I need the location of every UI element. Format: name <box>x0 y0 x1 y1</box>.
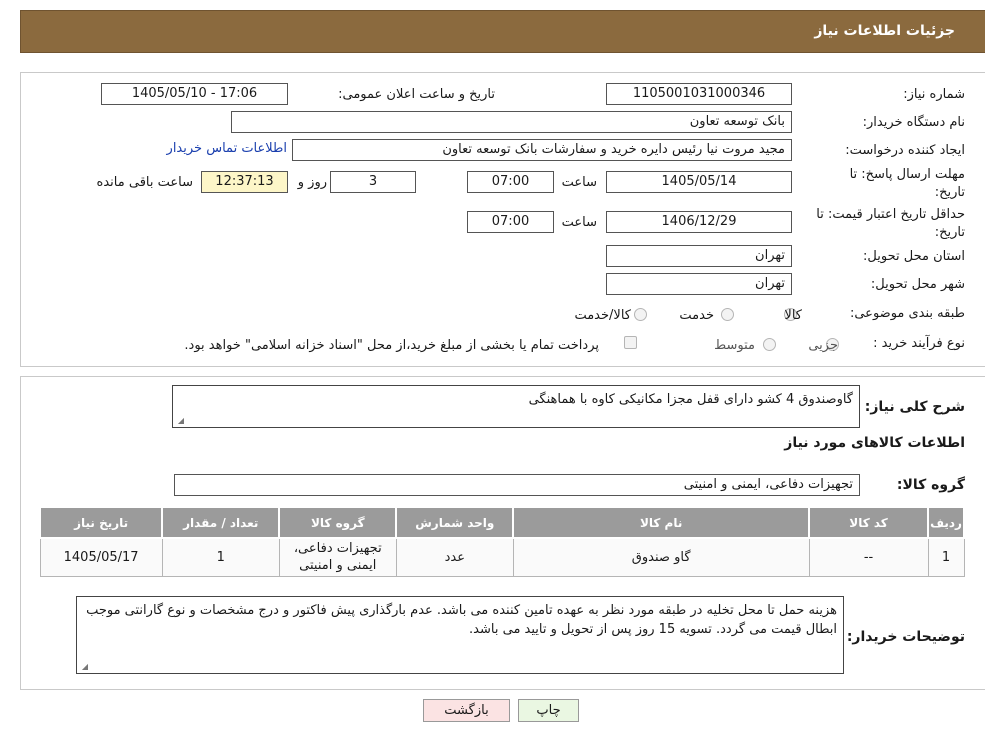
category-goods-label: کالا <box>784 308 802 323</box>
category-both-label: کالا/خدمت <box>574 308 631 323</box>
col-qty: تعداد / مقدار <box>161 506 281 539</box>
description-textarea: گاوصندوق 4 کشو دارای قفل مجزا مکانیکی کا… <box>172 385 860 428</box>
city-label: شهر محل تحویل: <box>870 277 965 292</box>
buyer-contact-link[interactable]: اطلاعات تماس خریدار <box>167 141 287 156</box>
cell-code: -- <box>808 537 929 577</box>
deadline-label-line1: مهلت ارسال پاسخ: تا <box>849 167 965 182</box>
buyer-org-field: بانک توسعه تعاون <box>231 111 792 133</box>
col-name: نام کالا <box>512 506 810 539</box>
price-valid-time-label: ساعت <box>561 215 597 230</box>
goods-panel: شرح کلی نیاز: گاوصندوق 4 کشو دارای قفل م… <box>20 376 985 690</box>
city-field: تهران <box>606 273 792 295</box>
table-row: 1 -- گاو صندوق عدد تجهیزات دفاعی، ایمنی … <box>39 537 965 577</box>
description-label: شرح کلی نیاز: <box>864 399 965 415</box>
creator-label: ایجاد کننده درخواست: <box>845 143 965 158</box>
description-text: گاوصندوق 4 کشو دارای قفل مجزا مکانیکی کا… <box>528 392 853 407</box>
treasury-payment-note: پرداخت تمام یا بخشی از مبلغ خرید،از محل … <box>184 338 599 353</box>
col-code: کد کالا <box>807 506 930 539</box>
process-medium-radio[interactable] <box>763 338 776 351</box>
category-label: طبقه بندی موضوعی: <box>849 306 965 321</box>
province-label: استان محل تحویل: <box>863 249 965 264</box>
price-valid-label-line2: تاریخ: <box>934 225 965 240</box>
col-row: ردیف <box>927 506 965 539</box>
days-field: 3 <box>330 171 416 193</box>
deadline-label-line2: تاریخ: <box>934 185 965 200</box>
cell-date: 1405/05/17 <box>39 537 163 577</box>
creator-field: مجید مروت نیا رئیس دایره خرید و سفارشات … <box>292 139 792 161</box>
price-valid-time-field: 07:00 <box>467 211 554 233</box>
category-both-radio[interactable] <box>634 308 647 321</box>
print-button[interactable]: چاپ <box>518 699 579 722</box>
col-date: تاریخ نیاز <box>38 506 164 539</box>
category-service-label: خدمت <box>679 308 714 323</box>
page-title: جزئیات اطلاعات نیاز <box>814 23 955 39</box>
goods-group-label: گروه کالا: <box>896 477 965 493</box>
days-label: روز و <box>297 175 327 190</box>
need-number-field: 1105001031000346 <box>606 83 792 105</box>
announce-label: تاریخ و ساعت اعلان عمومی: <box>338 87 495 102</box>
buyer-org-label: نام دستگاه خریدار: <box>862 115 965 130</box>
cell-qty: 1 <box>161 537 280 577</box>
goods-table: ردیف کد کالا نام کالا واحد شمارش گروه کا… <box>38 506 965 577</box>
process-label: نوع فرآیند خرید : <box>873 336 965 351</box>
col-group: گروه کالا <box>278 506 398 539</box>
remaining-time-field: 12:37:13 <box>201 171 288 193</box>
goods-group-field: تجهیزات دفاعی، ایمنی و امنیتی <box>174 474 860 496</box>
resize-handle-icon[interactable]: ◢ <box>176 417 184 425</box>
resize-handle-icon[interactable]: ◢ <box>80 663 88 671</box>
price-valid-label-line1: حداقل تاریخ اعتبار قیمت: تا <box>816 207 965 222</box>
deadline-time-label: ساعت <box>561 175 597 190</box>
deadline-time-field: 07:00 <box>467 171 554 193</box>
need-number-label: شماره نیاز: <box>903 87 965 102</box>
category-service-radio[interactable] <box>721 308 734 321</box>
price-valid-date-field: 1406/12/29 <box>606 211 792 233</box>
remaining-label: ساعت باقی مانده <box>96 175 193 190</box>
announce-field: 1405/05/10 - 17:06 <box>101 83 288 105</box>
buyer-notes-label: توضیحات خریدار: <box>846 629 965 645</box>
process-medium-label: متوسط <box>714 338 755 353</box>
back-button[interactable]: بازگشت <box>423 699 510 722</box>
buyer-notes-text: هزینه حمل تا محل تخلیه در طبقه مورد نظر … <box>86 603 837 637</box>
buyer-notes-textarea: هزینه حمل تا محل تخلیه در طبقه مورد نظر … <box>76 596 844 674</box>
goods-section-title: اطلاعات کالاهای مورد نیاز <box>784 435 965 451</box>
page-header: جزئیات اطلاعات نیاز <box>20 10 985 53</box>
cell-row: 1 <box>927 537 965 577</box>
cell-group: تجهیزات دفاعی، ایمنی و امنیتی <box>278 537 397 577</box>
goods-table-header: ردیف کد کالا نام کالا واحد شمارش گروه کا… <box>38 506 965 539</box>
process-minor-label: جزیی <box>808 338 838 353</box>
deadline-date-field: 1405/05/14 <box>606 171 792 193</box>
cell-name: گاو صندوق <box>512 537 810 577</box>
details-panel: شماره نیاز: 1105001031000346 تاریخ و ساع… <box>20 72 985 367</box>
treasury-payment-checkbox[interactable] <box>624 336 637 349</box>
cell-unit: عدد <box>395 537 514 577</box>
col-unit: واحد شمارش <box>395 506 515 539</box>
province-field: تهران <box>606 245 792 267</box>
